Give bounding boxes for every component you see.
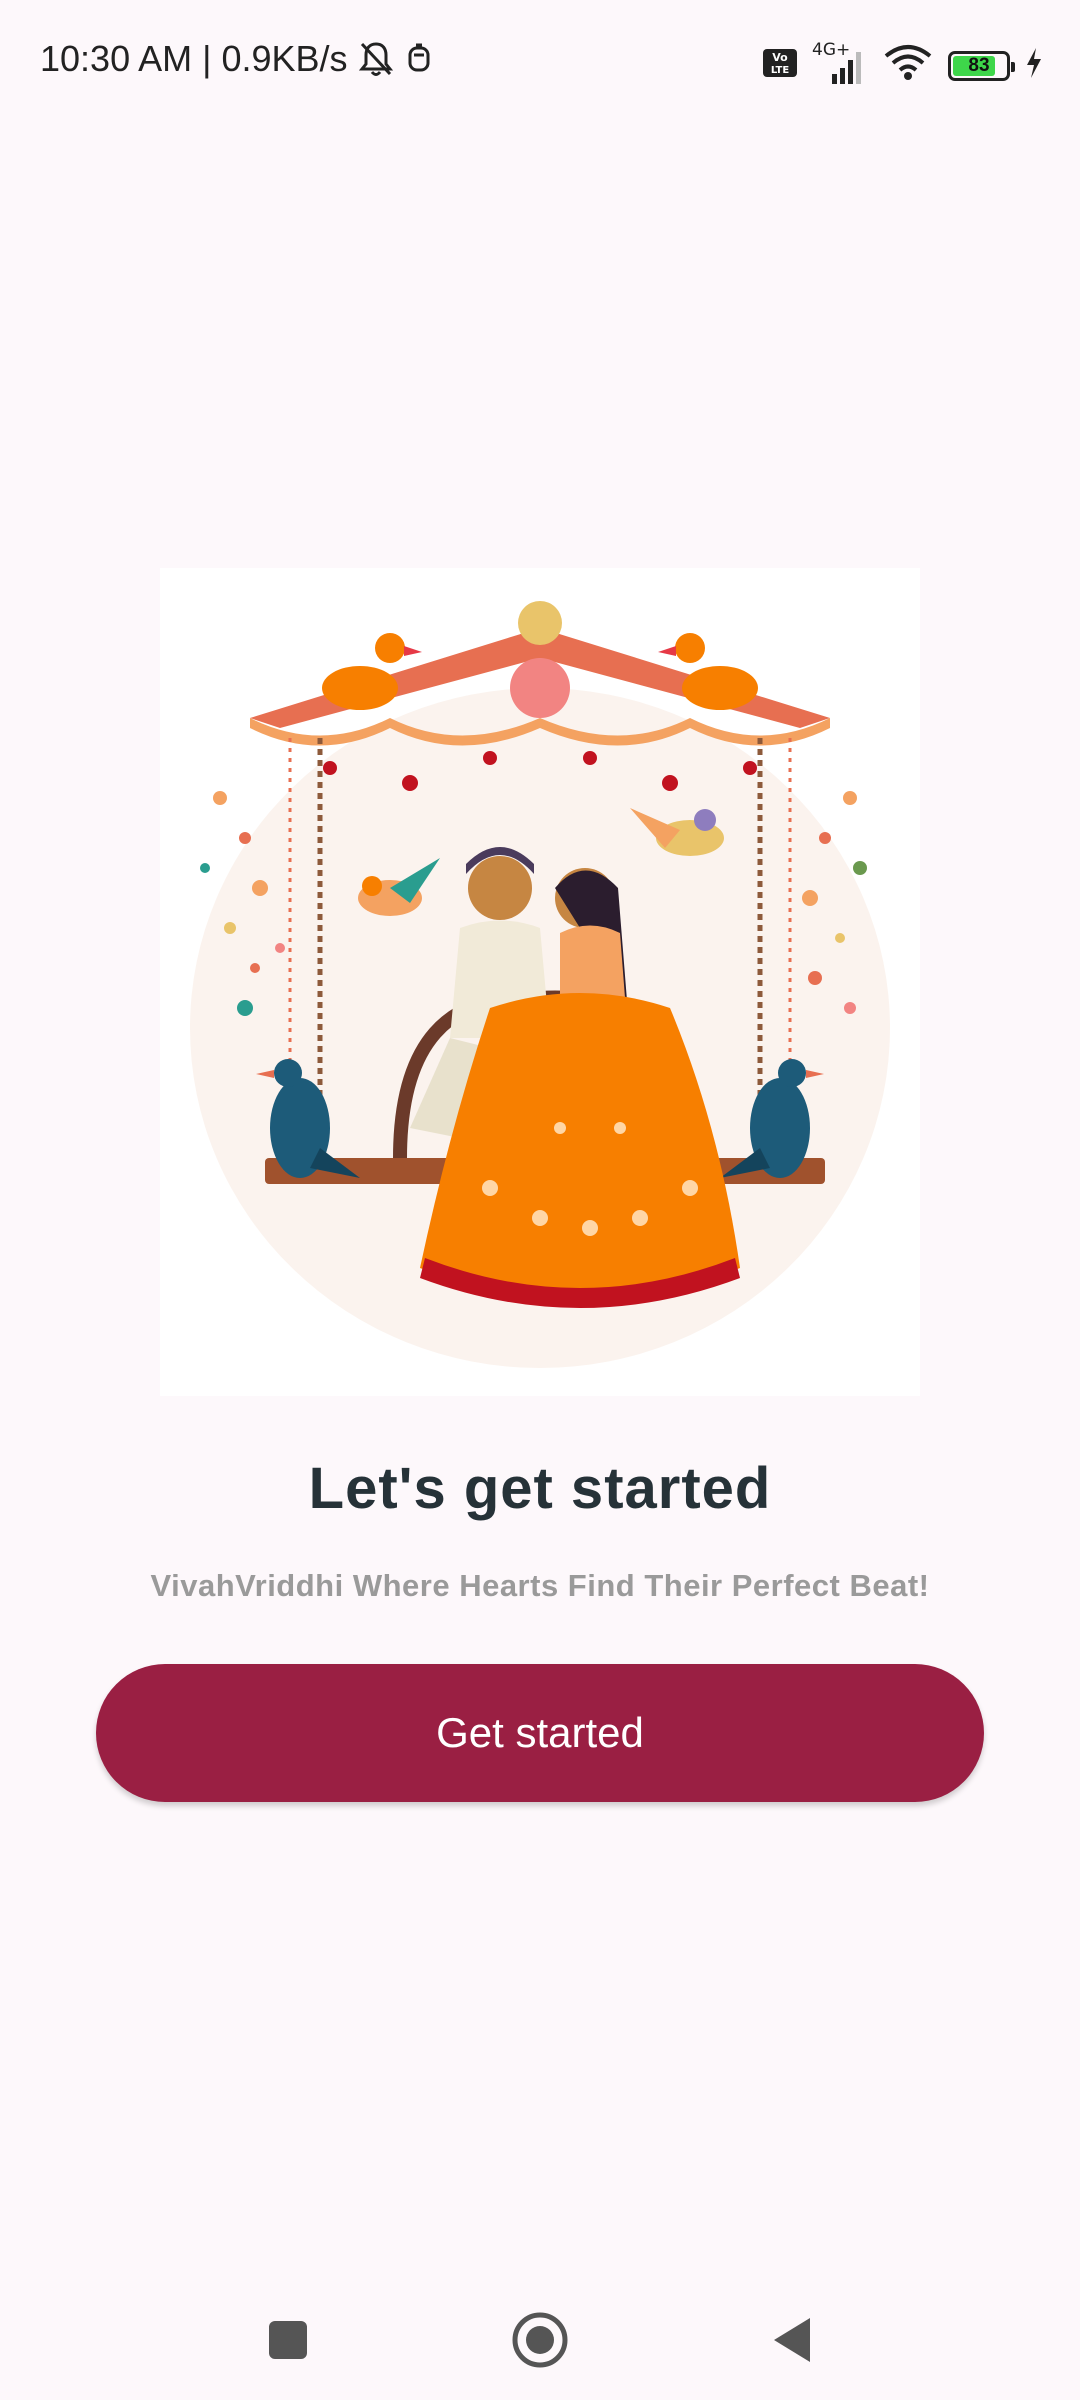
recents-icon: [269, 2321, 307, 2359]
couple-on-swing-illustration: [160, 568, 920, 1396]
svg-text:LTE: LTE: [771, 65, 790, 76]
wifi-icon: [882, 44, 934, 87]
page-title: Let's get started: [308, 1456, 772, 1521]
recents-button[interactable]: [258, 2310, 318, 2370]
battery-icon: 83: [948, 50, 1015, 81]
tagline-text: VivahVriddhi Where Hearts Find Their Per…: [150, 1568, 930, 1603]
charging-icon: [1024, 46, 1044, 85]
home-button[interactable]: [510, 2310, 570, 2370]
battery-level: 83: [968, 54, 990, 76]
home-icon: [512, 2312, 568, 2368]
back-icon: [774, 2318, 810, 2362]
svg-text:Vo: Vo: [772, 51, 788, 64]
system-nav-bar: [0, 2270, 1080, 2400]
get-started-button[interactable]: Get started: [96, 1664, 984, 1802]
notification-app-icon: [404, 42, 434, 76]
signal-icon: 4G+: [812, 40, 868, 86]
back-button[interactable]: [762, 2310, 822, 2370]
bell-off-icon: [358, 40, 394, 78]
status-time-speed: 10:30 AM | 0.9KB/s: [40, 38, 348, 79]
status-right: Vo LTE 4G+ 83: [762, 40, 1044, 87]
volte-icon: Vo LTE: [762, 48, 798, 83]
status-left: 10:30 AM | 0.9KB/s: [40, 38, 434, 80]
status-bar: 10:30 AM | 0.9KB/s Vo LTE 4G+ 83: [0, 0, 1080, 130]
